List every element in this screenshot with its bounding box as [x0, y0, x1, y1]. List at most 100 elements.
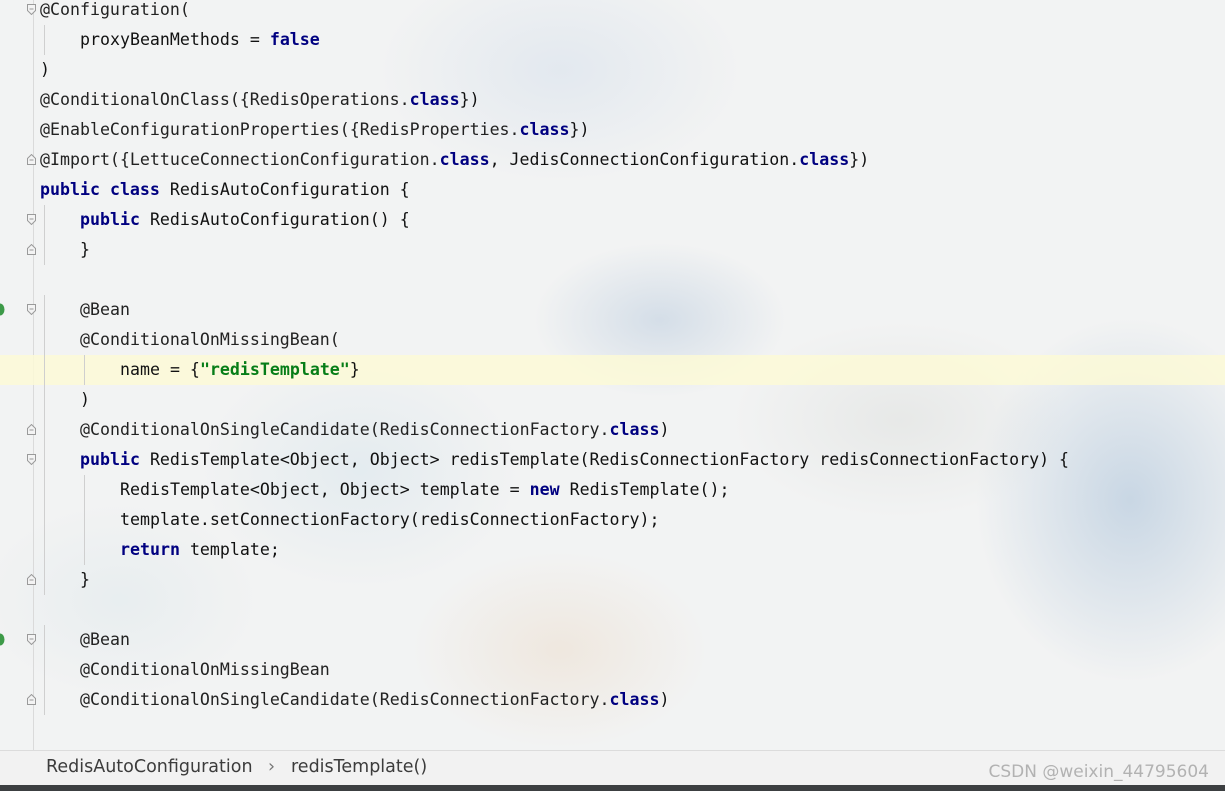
code-token: , JedisConnectionConfiguration.	[489, 150, 800, 169]
annotation-token: @ConditionalOnMissingBean	[80, 660, 330, 679]
breadcrumb-class[interactable]: RedisAutoConfiguration	[46, 757, 253, 777]
code-line[interactable]: RedisTemplate<Object, Object> template =…	[0, 475, 1225, 505]
indent-guide	[44, 445, 45, 475]
code-token: )	[659, 420, 670, 439]
code-line[interactable]: public class RedisAutoConfiguration {	[0, 175, 1225, 205]
code-line[interactable]: @ConditionalOnMissingBean	[0, 655, 1225, 685]
code-line[interactable]: @Bean	[0, 625, 1225, 655]
fold-open-icon[interactable]	[27, 304, 36, 315]
code-lines[interactable]: @Configuration( proxyBeanMethods = false)…	[0, 0, 1225, 715]
code-text: public class RedisAutoConfiguration {	[40, 175, 410, 205]
code-line[interactable]: @ConditionalOnSingleCandidate(RedisConne…	[0, 415, 1225, 445]
code-token: RedisTemplate<Object, Object> redisTempl…	[139, 450, 1070, 469]
current-line[interactable]: name = {"redisTemplate"}	[0, 355, 1225, 385]
keyword-token: public	[40, 180, 100, 199]
code-token: RedisTemplate<Object, Object> template =	[120, 480, 530, 499]
code-text: RedisTemplate<Object, Object> template =…	[120, 475, 729, 505]
code-line[interactable]: )	[0, 385, 1225, 415]
code-token: }	[80, 570, 90, 589]
code-line[interactable]	[0, 265, 1225, 295]
indent-guide	[44, 475, 45, 505]
code-token: template.setConnectionFactory(redisConne…	[120, 510, 660, 529]
keyword-token: class	[439, 150, 490, 169]
code-line[interactable]: }	[0, 565, 1225, 595]
indent-guide	[44, 505, 45, 535]
watermark: CSDN @weixin_44795604	[988, 762, 1209, 782]
code-token: RedisTemplate();	[559, 480, 730, 499]
code-line[interactable]: public RedisAutoConfiguration() {	[0, 205, 1225, 235]
spring-bean-icon[interactable]	[0, 303, 5, 316]
code-text: return template;	[120, 535, 280, 565]
keyword-token: class	[409, 90, 460, 109]
code-token: name = {	[120, 360, 200, 379]
fold-open-icon[interactable]	[27, 4, 36, 15]
fold-end-icon[interactable]	[27, 244, 36, 255]
indent-guide	[84, 475, 85, 505]
string-token: "redisTemplate"	[199, 360, 350, 379]
code-token: )	[659, 690, 670, 709]
keyword-token: public	[80, 210, 140, 229]
indent-guide	[44, 565, 45, 595]
breadcrumb-separator: ›	[268, 757, 275, 777]
code-line[interactable]: @EnableConfigurationProperties({RedisPro…	[0, 115, 1225, 145]
fold-open-icon[interactable]	[27, 454, 36, 465]
fold-open-icon[interactable]	[27, 214, 36, 225]
code-text: @Configuration(	[40, 0, 190, 25]
code-text: public RedisTemplate<Object, Object> red…	[80, 445, 1069, 475]
code-line[interactable]: @Bean	[0, 295, 1225, 325]
fold-end-icon[interactable]	[27, 424, 36, 435]
code-text: }	[80, 235, 90, 265]
annotation-token: @ConditionalOnSingleCandidate(RedisConne…	[80, 420, 610, 439]
code-text: @Import({LettuceConnectionConfiguration.…	[40, 145, 869, 175]
code-line[interactable]: @ConditionalOnClass({RedisOperations.cla…	[0, 85, 1225, 115]
code-line[interactable]: public RedisTemplate<Object, Object> red…	[0, 445, 1225, 475]
spring-bean-icon[interactable]	[0, 633, 5, 646]
annotation-token: @EnableConfigurationProperties({RedisPro…	[40, 120, 520, 139]
code-line[interactable]: template.setConnectionFactory(redisConne…	[0, 505, 1225, 535]
code-text: @ConditionalOnSingleCandidate(RedisConne…	[80, 415, 669, 445]
code-line[interactable]: @Import({LettuceConnectionConfiguration.…	[0, 145, 1225, 175]
keyword-token: class	[799, 150, 850, 169]
fold-end-icon[interactable]	[27, 154, 36, 165]
code-token: )	[80, 390, 90, 409]
indent-guide	[44, 655, 45, 685]
indent-guide	[44, 325, 45, 355]
annotation-token: @ConditionalOnSingleCandidate(RedisConne…	[80, 690, 610, 709]
indent-guide	[44, 235, 45, 265]
keyword-token: new	[529, 480, 560, 499]
indent-guide	[84, 535, 85, 565]
code-text: @ConditionalOnMissingBean(	[80, 325, 340, 355]
code-token: proxyBeanMethods =	[80, 30, 270, 49]
indent-guide	[44, 415, 45, 445]
code-line[interactable]: return template;	[0, 535, 1225, 565]
code-line[interactable]: @ConditionalOnMissingBean(	[0, 325, 1225, 355]
code-text: name = {"redisTemplate"}	[120, 355, 360, 385]
annotation-token: @Configuration(	[40, 0, 190, 19]
code-token: RedisAutoConfiguration {	[159, 180, 410, 199]
code-line[interactable]: @Configuration(	[0, 0, 1225, 25]
code-line[interactable]: }	[0, 235, 1225, 265]
code-line[interactable]	[0, 595, 1225, 625]
code-text: @ConditionalOnSingleCandidate(RedisConne…	[80, 685, 669, 715]
code-text: @EnableConfigurationProperties({RedisPro…	[40, 115, 589, 145]
code-editor[interactable]: @Configuration( proxyBeanMethods = false)…	[0, 0, 1225, 750]
indent-guide	[44, 535, 45, 565]
annotation-token: @Bean	[80, 300, 130, 319]
annotation-token: @Import({LettuceConnectionConfiguration.	[40, 150, 440, 169]
indent-guide	[84, 505, 85, 535]
breadcrumb-method[interactable]: redisTemplate()	[291, 757, 427, 777]
code-token: })	[569, 120, 590, 139]
annotation-token: @Bean	[80, 630, 130, 649]
code-line[interactable]: )	[0, 55, 1225, 85]
code-line[interactable]: proxyBeanMethods = false	[0, 25, 1225, 55]
fold-open-icon[interactable]	[27, 634, 36, 645]
keyword-token: return	[120, 540, 180, 559]
fold-end-icon[interactable]	[27, 694, 36, 705]
code-text: public RedisAutoConfiguration() {	[80, 205, 410, 235]
code-line[interactable]: @ConditionalOnSingleCandidate(RedisConne…	[0, 685, 1225, 715]
fold-end-icon[interactable]	[27, 574, 36, 585]
keyword-token: false	[269, 30, 320, 49]
breadcrumb-bar: RedisAutoConfiguration › redisTemplate()…	[0, 750, 1225, 786]
code-token: )	[40, 60, 50, 79]
code-token: })	[459, 90, 480, 109]
